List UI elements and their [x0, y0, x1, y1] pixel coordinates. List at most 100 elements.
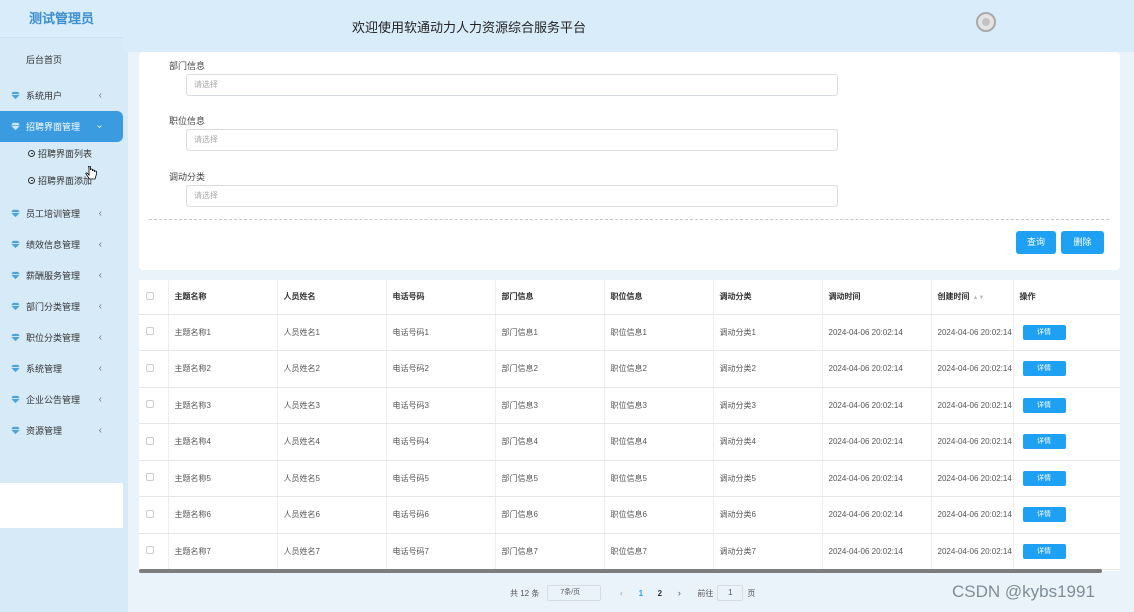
table-cell: 2024-04-06 20:02:14	[822, 314, 932, 351]
table-cell: 部门信息1	[495, 314, 605, 351]
row-checkbox[interactable]	[139, 423, 169, 461]
detail-button[interactable]: 详情	[1022, 470, 1066, 486]
page-size-select[interactable]: 7条/页	[547, 585, 602, 601]
table-cell: 人员姓名6	[277, 496, 387, 534]
action-cell: 详情	[1013, 314, 1120, 351]
table-cell: 人员姓名1	[277, 314, 387, 351]
next-page-icon[interactable]: ›	[669, 588, 689, 598]
sidebar-subitem[interactable]: 招聘界面列表	[0, 140, 123, 167]
table-cell: 2024-04-06 20:02:14	[822, 423, 932, 461]
table-cell: 部门信息3	[495, 387, 605, 424]
transfer-type-select[interactable]: 请选择	[186, 185, 838, 207]
sidebar: 后台首页 系统用户 ‹ 招聘界面管理 ‹ 员工培训管理 ‹ 绩效信息管理 ‹ 薪酬服务管理 ‹ 部门…	[0, 38, 123, 528]
column-header: 职位信息	[604, 280, 714, 315]
table-cell: 电话号码4	[386, 423, 496, 461]
sidebar-item[interactable]: 员工培训管理 ‹	[0, 198, 123, 229]
sidebar-item-home[interactable]: 后台首页	[0, 44, 123, 75]
table-row[interactable]: 主题名称3 人员姓名3 电话号码3 部门信息3 职位信息3 调动分类3 2024-04-06…	[139, 387, 1120, 424]
action-cell: 详情	[1013, 496, 1120, 534]
table-row[interactable]: 主题名称7 人员姓名7 电话号码7 部门信息7 职位信息7 调动分类7 2024-04-06…	[139, 533, 1120, 570]
chevron-icon: ‹	[98, 90, 102, 101]
chevron-icon: ‹	[98, 239, 102, 250]
hand-cursor-icon	[85, 166, 97, 180]
sort-icon[interactable]: ▲▼	[973, 295, 985, 301]
sidebar-subitem[interactable]: 招聘界面添加	[0, 167, 123, 194]
table-row[interactable]: 主题名称1 人员姓名1 电话号码1 部门信息1 职位信息1 调动分类1 2024-04-06…	[139, 314, 1120, 351]
gem-icon	[10, 91, 20, 101]
action-cell: 详情	[1013, 387, 1120, 424]
table-cell: 电话号码1	[386, 314, 496, 351]
table-header-row: 主题名称 人员姓名 电话号码 部门信息 职位信息 调动分类 调动时间 创建时间 ▲…	[139, 280, 1120, 315]
chevron-icon: ‹	[98, 363, 102, 374]
chevron-icon: ‹	[98, 208, 102, 219]
column-header: 操作	[1013, 280, 1120, 315]
delete-button[interactable]: 删除	[1061, 231, 1104, 254]
column-header-created[interactable]: 创建时间 ▲▼	[931, 280, 1014, 315]
row-checkbox[interactable]	[139, 460, 169, 497]
page-number[interactable]: 2	[650, 589, 669, 598]
horizontal-scrollbar[interactable]	[139, 569, 1102, 573]
table-cell: 2024-04-06 20:02:14	[822, 350, 932, 388]
table-row[interactable]: 主题名称2 人员姓名2 电话号码2 部门信息2 职位信息2 调动分类2 2024-04-06…	[139, 350, 1120, 388]
goto-page-input[interactable]: 1	[717, 585, 744, 601]
sidebar-item[interactable]: 系统用户 ‹	[0, 80, 123, 111]
table-cell: 人员姓名7	[277, 533, 387, 570]
goto-label: 前往	[697, 588, 714, 598]
prev-page-icon[interactable]: ‹	[611, 588, 631, 598]
column-header: 调动时间	[822, 280, 932, 315]
row-checkbox[interactable]	[139, 496, 169, 534]
action-cell: 详情	[1013, 533, 1120, 570]
table-cell: 调动分类4	[713, 423, 823, 461]
table-cell: 主题名称2	[168, 350, 278, 388]
table-cell: 2024-04-06 20:02:14	[931, 350, 1014, 388]
table-cell: 调动分类6	[713, 496, 823, 534]
table-cell: 主题名称1	[168, 314, 278, 351]
department-select[interactable]: 请选择	[186, 74, 838, 96]
table-cell: 2024-04-06 20:02:14	[822, 496, 932, 534]
table-cell: 2024-04-06 20:02:14	[931, 423, 1014, 461]
detail-button[interactable]: 详情	[1022, 543, 1066, 559]
table-row[interactable]: 主题名称5 人员姓名5 电话号码5 部门信息5 职位信息5 调动分类5 2024-04-06…	[139, 460, 1120, 497]
sidebar-item[interactable]: 系统管理 ‹	[0, 353, 123, 384]
row-checkbox[interactable]	[139, 533, 169, 570]
column-header: 调动分类	[713, 280, 823, 315]
sidebar-item[interactable]: 招聘界面管理 ‹	[0, 111, 123, 142]
sidebar-item[interactable]: 职位分类管理 ‹	[0, 322, 123, 353]
table-cell: 电话号码3	[386, 387, 496, 424]
gem-icon	[10, 426, 20, 436]
detail-button[interactable]: 详情	[1022, 434, 1066, 450]
select-all-checkbox[interactable]	[139, 280, 169, 315]
page-number[interactable]: 1	[631, 589, 650, 598]
table-cell: 部门信息7	[495, 533, 605, 570]
gem-icon	[10, 240, 20, 250]
detail-button[interactable]: 详情	[1022, 324, 1066, 340]
table-row[interactable]: 主题名称4 人员姓名4 电话号码4 部门信息4 职位信息4 调动分类4 2024-04-06…	[139, 423, 1120, 461]
row-checkbox[interactable]	[139, 314, 169, 351]
sidebar-item[interactable]: 薪酬服务管理 ‹	[0, 260, 123, 291]
query-button[interactable]: 查询	[1016, 231, 1056, 254]
table-cell: 2024-04-06 20:02:14	[822, 533, 932, 570]
row-checkbox[interactable]	[139, 387, 169, 424]
user-avatar[interactable]	[976, 12, 996, 32]
table-cell: 职位信息3	[604, 387, 714, 424]
table-cell: 调动分类1	[713, 314, 823, 351]
sidebar-item[interactable]: 资源管理 ‹	[0, 415, 123, 446]
sidebar-item[interactable]: 绩效信息管理 ‹	[0, 229, 123, 260]
watermark: CSDN @kybs1991	[952, 582, 1095, 601]
row-checkbox[interactable]	[139, 350, 169, 388]
table-cell: 调动分类2	[713, 350, 823, 388]
table-row[interactable]: 主题名称6 人员姓名6 电话号码6 部门信息6 职位信息6 调动分类6 2024-04-06…	[139, 496, 1120, 534]
sidebar-item[interactable]: 企业公告管理 ‹	[0, 384, 123, 415]
platform-title: 欢迎使用软通动力人力资源综合服务平台	[352, 20, 587, 35]
detail-button[interactable]: 详情	[1022, 397, 1066, 413]
table-cell: 调动分类5	[713, 460, 823, 497]
table-cell: 人员姓名5	[277, 460, 387, 497]
gem-icon	[10, 302, 20, 312]
divider	[149, 219, 1109, 220]
sidebar-item[interactable]: 部门分类管理 ‹	[0, 291, 123, 322]
detail-button[interactable]: 详情	[1022, 507, 1066, 523]
sidebar-blank-area	[0, 483, 123, 528]
position-select[interactable]: 请选择	[186, 129, 838, 151]
detail-button[interactable]: 详情	[1022, 361, 1066, 377]
sidebar-item-label: 后台首页	[26, 55, 63, 65]
